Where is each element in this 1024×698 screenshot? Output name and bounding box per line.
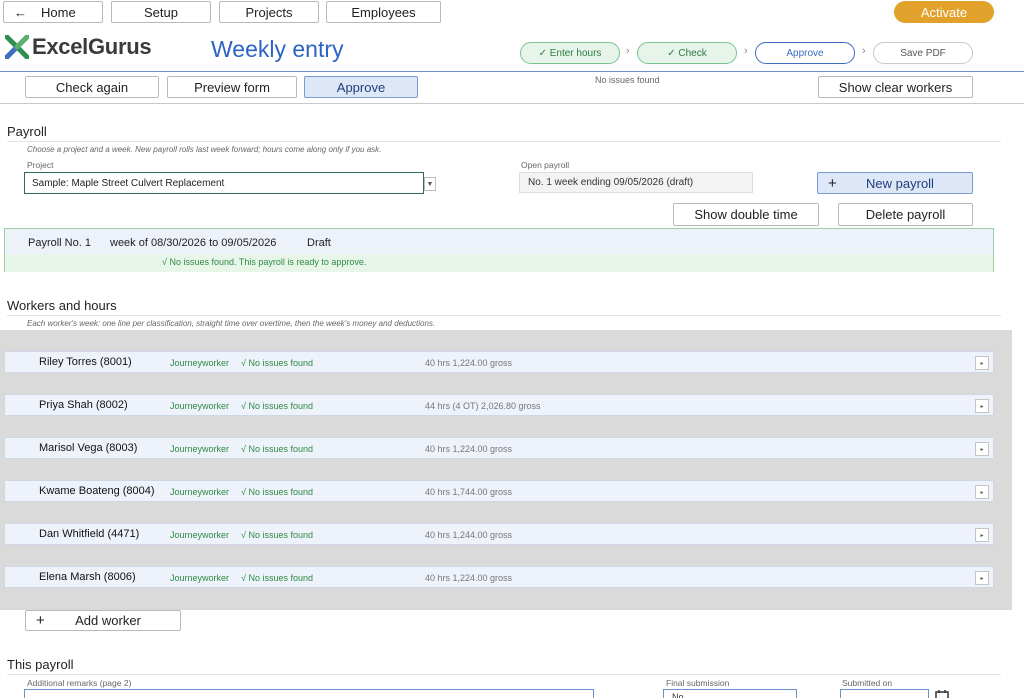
step-check[interactable]: ✓ Check <box>637 42 737 64</box>
add-worker-label: Add worker <box>75 613 141 628</box>
step-approve[interactable]: Approve <box>755 42 855 64</box>
worker-status: √ No issues found <box>241 487 313 497</box>
worker-row[interactable]: Marisol Vega (8003) Journeyworker √ No i… <box>4 437 994 459</box>
brand-logo: ExcelGurus <box>5 34 152 60</box>
worker-row[interactable]: Kwame Boateng (8004) Journeyworker √ No … <box>4 480 994 502</box>
worker-classification: Journeyworker <box>170 358 230 368</box>
new-payroll-button[interactable]: + New payroll <box>817 172 973 194</box>
payroll-summary: Payroll No. 1 week of 08/30/2026 to 09/0… <box>4 228 994 272</box>
worker-status: √ No issues found <box>241 358 313 368</box>
worker-hours-summary: 40 hrs 1,224.00 gross <box>425 444 513 454</box>
workers-section-title: Workers and hours <box>7 298 117 313</box>
worker-hours-summary: 40 hrs 1,224.00 gross <box>425 573 513 583</box>
worker-name: Priya Shah (8002) <box>39 399 128 411</box>
expand-icon[interactable]: ▸ <box>975 528 989 542</box>
check-again-button[interactable]: Check again <box>25 76 159 98</box>
worker-classification: Journeyworker <box>170 487 230 497</box>
chevron-down-icon[interactable]: ▼ <box>424 177 436 191</box>
add-worker-button[interactable]: + Add worker <box>25 610 181 631</box>
employees-button[interactable]: Employees <box>326 1 441 23</box>
approve-button[interactable]: Approve <box>304 76 418 98</box>
expand-icon[interactable]: ▸ <box>975 485 989 499</box>
worker-classification: Journeyworker <box>170 444 230 454</box>
chevron-right-icon: › <box>744 45 748 57</box>
project-label: Project <box>27 160 54 170</box>
show-clear-workers-button[interactable]: Show clear workers <box>818 76 973 98</box>
worker-row[interactable]: Elena Marsh (8006) Journeyworker √ No is… <box>4 566 994 588</box>
page-title: Weekly entry <box>211 36 344 62</box>
activate-button[interactable]: Activate <box>894 1 994 23</box>
worker-row[interactable]: Dan Whitfield (4471) Journeyworker √ No … <box>4 523 994 545</box>
worker-classification: Journeyworker <box>170 530 230 540</box>
worker-row[interactable]: Riley Torres (8001) Journeyworker √ No i… <box>4 351 994 373</box>
preview-form-button[interactable]: Preview form <box>167 76 297 98</box>
section-divider <box>7 315 1001 316</box>
final-submission-label: Final submission <box>666 678 730 688</box>
expand-icon[interactable]: ▸ <box>975 356 989 370</box>
section-divider <box>7 141 1001 142</box>
worker-name: Elena Marsh (8006) <box>39 571 136 583</box>
step-save-pdf[interactable]: Save PDF <box>873 42 973 64</box>
summary-week: week of 08/30/2026 to 09/05/2026 <box>110 237 277 249</box>
workers-help-text: Each worker's week: one line per classif… <box>27 319 436 328</box>
home-label: Home <box>41 4 76 20</box>
chevron-right-icon: › <box>626 45 630 57</box>
new-payroll-label: New payroll <box>866 175 934 191</box>
expand-icon[interactable]: ▸ <box>975 399 989 413</box>
expand-icon[interactable]: ▸ <box>975 442 989 456</box>
worker-hours-summary: 40 hrs 1,244.00 gross <box>425 530 513 540</box>
this-payroll-title: This payroll <box>7 657 74 672</box>
summary-state: Draft <box>307 237 331 249</box>
worker-name: Dan Whitfield (4471) <box>39 528 140 540</box>
setup-button[interactable]: Setup <box>111 1 211 23</box>
summary-ok-text: √ No issues found. This payroll is ready… <box>162 257 367 267</box>
worker-name: Marisol Vega (8003) <box>39 442 138 454</box>
step-enter-hours[interactable]: ✓ Enter hours <box>520 42 620 64</box>
worker-row[interactable]: Priya Shah (8002) Journeyworker √ No iss… <box>4 394 994 416</box>
worker-classification: Journeyworker <box>170 573 230 583</box>
payroll-section-title: Payroll <box>7 124 47 139</box>
summary-number: Payroll No. 1 <box>28 237 91 249</box>
excel-x-logo <box>5 35 29 59</box>
header-divider <box>0 71 1024 72</box>
toolbar-divider <box>0 103 1024 104</box>
expand-icon[interactable]: ▸ <box>975 571 989 585</box>
submitted-on-field[interactable] <box>840 689 929 698</box>
project-select[interactable]: Sample: Maple Street Culvert Replacement <box>24 172 424 194</box>
worker-classification: Journeyworker <box>170 401 230 411</box>
remarks-field[interactable] <box>24 689 594 698</box>
brand-name: ExcelGurus <box>32 34 152 59</box>
delete-payroll-button[interactable]: Delete payroll <box>838 203 973 226</box>
worker-name: Kwame Boateng (8004) <box>39 485 155 497</box>
submitted-on-label: Submitted on <box>842 678 893 688</box>
plus-icon: + <box>828 174 837 192</box>
show-double-time-button[interactable]: Show double time <box>673 203 819 226</box>
projects-button[interactable]: Projects <box>219 1 319 23</box>
open-payroll-label: Open payroll <box>521 160 570 170</box>
worker-hours-summary: 40 hrs 1,744.00 gross <box>425 487 513 497</box>
calendar-icon[interactable] <box>935 690 949 698</box>
worker-hours-summary: 40 hrs 1,224.00 gross <box>425 358 513 368</box>
payroll-help-text: Choose a project and a week. New payroll… <box>27 145 382 154</box>
final-submission-select[interactable]: No <box>663 689 797 698</box>
remarks-label: Additional remarks (page 2) <box>27 678 132 688</box>
worker-hours-summary: 44 hrs (4 OT) 2,026.80 gross <box>425 401 541 411</box>
arrow-left-icon: ← <box>14 4 27 20</box>
open-payroll-select[interactable]: No. 1 week ending 09/05/2026 (draft) <box>519 172 753 193</box>
plus-icon: + <box>36 612 45 629</box>
worker-name: Riley Torres (8001) <box>39 356 132 368</box>
worker-status: √ No issues found <box>241 573 313 583</box>
chevron-right-icon: › <box>862 45 866 57</box>
summary-ok-bar <box>5 254 993 272</box>
status-text: No issues found <box>595 75 660 85</box>
worker-status: √ No issues found <box>241 530 313 540</box>
section-divider <box>7 674 1001 675</box>
worker-status: √ No issues found <box>241 401 313 411</box>
worker-status: √ No issues found <box>241 444 313 454</box>
workers-list: Riley Torres (8001) Journeyworker √ No i… <box>0 330 1012 610</box>
home-button[interactable]: ← Home <box>3 1 103 23</box>
